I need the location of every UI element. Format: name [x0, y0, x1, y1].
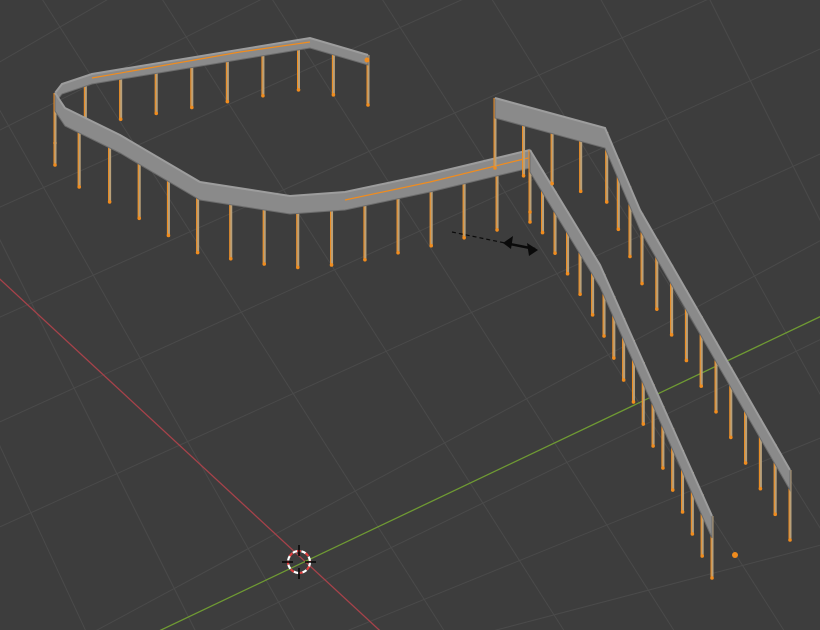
grid-line: [0, 0, 708, 318]
grid-line: [0, 238, 196, 630]
post-vertex: [166, 233, 171, 238]
post-vertex: [154, 111, 159, 116]
post-vertex: [565, 271, 570, 276]
grid-line: [347, 437, 820, 630]
post-vertex: [661, 466, 665, 470]
post-vertex: [363, 257, 367, 262]
grid-line: [0, 0, 108, 63]
post-vertex: [77, 185, 82, 189]
post-vertex: [788, 538, 792, 542]
post-vertex: [616, 227, 621, 232]
post-vertex: [602, 334, 606, 338]
grid-line: [0, 48, 820, 423]
grid-line: [42, 0, 445, 630]
grid-line: [494, 544, 820, 630]
post-vertex: [331, 93, 336, 97]
arrow-dash: [451, 231, 506, 244]
post-vertex: [714, 409, 718, 414]
post-vertex: [462, 236, 466, 240]
post-vertex: [296, 88, 301, 92]
post-vertex: [366, 103, 370, 107]
post-vertex: [137, 216, 142, 221]
post-vertex: [710, 576, 714, 580]
post-vertex: [329, 263, 334, 267]
post-vertex: [758, 486, 763, 491]
post-vertex: [578, 189, 583, 194]
post-vertex: [743, 461, 748, 465]
grid-line: [0, 109, 295, 630]
grid-line: [491, 0, 820, 529]
post-vertex: [107, 200, 112, 204]
post-vertex: [670, 488, 675, 492]
viewport-scene[interactable]: [0, 0, 820, 630]
grid-line: [0, 444, 86, 630]
grid-line: [709, 0, 820, 222]
grid-line: [96, 240, 820, 630]
arrow-head-left: [503, 236, 513, 249]
post-vertex: [612, 356, 616, 360]
handrail: [529, 148, 713, 539]
post-vertex: [521, 173, 526, 178]
post-vertex: [690, 532, 695, 536]
post-vertex: [528, 210, 532, 214]
post-vertex: [604, 200, 609, 204]
post-vertex: [295, 265, 300, 270]
post-vertex: [729, 435, 733, 440]
post-vertex: [495, 228, 499, 232]
origin-dot: [732, 552, 738, 558]
post-vertex: [550, 181, 554, 186]
post-vertex: [621, 378, 626, 382]
post-vertex: [493, 166, 497, 170]
railing-objects[interactable]: [53, 36, 792, 580]
post-vertex: [553, 251, 557, 255]
post-vertex: [578, 292, 582, 297]
post-vertex: [669, 333, 674, 337]
post-vertex: [190, 105, 194, 110]
post-vertex: [628, 254, 632, 259]
post-vertex: [773, 512, 778, 517]
post-vertex: [631, 400, 636, 404]
post-vertex: [225, 99, 230, 104]
post-vertex: [53, 163, 57, 167]
post-vertex: [540, 230, 545, 235]
post-vertex: [680, 510, 685, 514]
post-vertex: [262, 262, 267, 266]
post-vertex: [396, 250, 400, 255]
post-vertex: [651, 444, 655, 448]
3d-cursor-icon[interactable]: [282, 545, 316, 579]
post-vertex: [118, 117, 123, 122]
3d-viewport[interactable]: [0, 0, 820, 630]
post-vertex: [641, 422, 646, 426]
railing-curved-front: [53, 91, 532, 270]
arrow-head-right: [527, 243, 538, 256]
post-vertex: [590, 313, 595, 317]
post-vertex: [528, 220, 532, 224]
post-vertex: [429, 243, 433, 248]
post-vertex: [684, 358, 689, 363]
post-vertex: [640, 281, 644, 286]
origin-dot: [364, 57, 370, 63]
post-vertex: [655, 307, 659, 311]
post-vertex: [261, 93, 265, 98]
post-vertex: [195, 250, 200, 255]
post-vertex: [699, 384, 704, 388]
post-vertex: [700, 554, 704, 558]
post-vertex: [228, 256, 233, 261]
